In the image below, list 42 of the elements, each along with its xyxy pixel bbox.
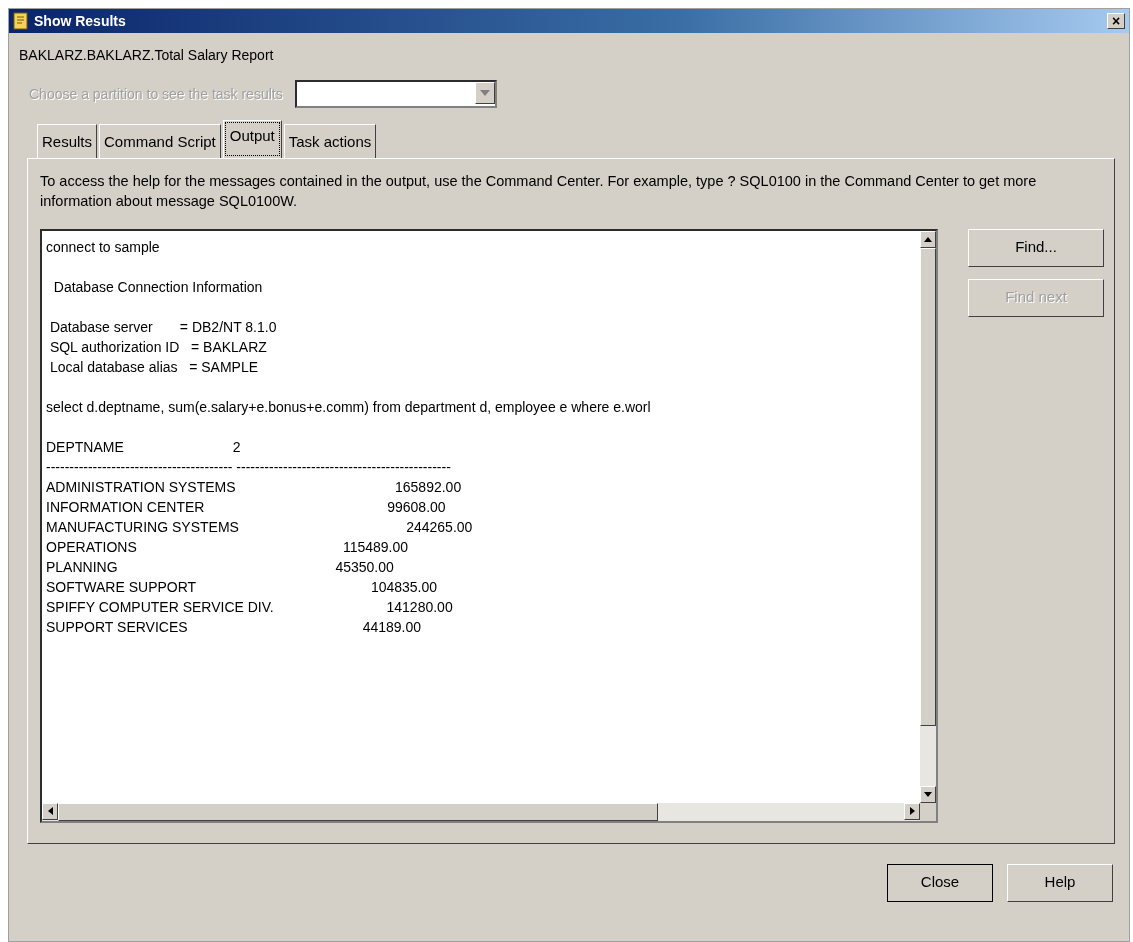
output-line: ADMINISTRATION SYSTEMS 165892.00 xyxy=(46,477,462,497)
help-text: To access the help for the messages contained in the output, use the Command Center. For example, type ? SQL0100 in the Command Center to get more information about message SQL0100W. xyxy=(40,171,1038,211)
output-line: DEPTNAME 2 xyxy=(46,437,241,457)
scroll-down-button[interactable] xyxy=(920,785,936,803)
output-line: INFORMATION CENTER 99608.00 xyxy=(46,497,446,517)
tab[interactable]: Output xyxy=(222,120,282,158)
window-title: Show Results xyxy=(34,11,126,31)
scroll-thumb[interactable] xyxy=(920,247,936,726)
left-arrow-icon xyxy=(47,807,53,815)
dropdown-arrow-icon xyxy=(479,90,490,96)
output-line: SUPPORT SERVICES 44189.00 xyxy=(46,617,422,637)
up-arrow-icon xyxy=(924,236,932,242)
partition-dropdown[interactable] xyxy=(294,80,497,108)
output-line: select d.deptname, sum(e.salary+e.bonus+e.comm) from department d, employee e where e.worl xyxy=(46,397,651,417)
close-button[interactable]: × xyxy=(1107,13,1125,29)
output-line: SQL authorization ID = BAKLARZ xyxy=(48,337,267,357)
tab[interactable]: Task actions xyxy=(283,124,377,158)
document-icon xyxy=(13,12,29,30)
horizontal-scrollbar[interactable] xyxy=(42,802,920,821)
down-arrow-icon xyxy=(924,791,932,797)
output-line: OPERATIONS 115489.00 xyxy=(46,537,409,557)
scroll-right-button[interactable] xyxy=(904,802,920,820)
scroll-left-button[interactable] xyxy=(42,802,58,820)
right-arrow-icon xyxy=(909,807,915,815)
output-line: ---------------------------------------- ---------------------------------------------- xyxy=(46,457,451,477)
output-line: SOFTWARE SUPPORT 104835.00 xyxy=(46,577,438,597)
output-line: SPIFFY COMPUTER SERVICE DIV. 141280.00 xyxy=(46,597,453,617)
dialog-button[interactable]: Close xyxy=(887,863,993,902)
tab[interactable]: Command Script xyxy=(99,124,221,158)
output-line: PLANNING 45350.00 xyxy=(46,557,394,577)
output-line: Database server = DB2/NT 8.1.0 xyxy=(48,317,277,337)
output-line: connect to sample xyxy=(46,237,160,257)
find-button[interactable]: Find... xyxy=(968,228,1104,267)
vertical-scrollbar[interactable] xyxy=(920,230,936,803)
output-line: Local database alias = SAMPLE xyxy=(48,357,259,377)
scroll-up-button[interactable] xyxy=(920,230,936,248)
report-name: BAKLARZ.BAKLARZ.Total Salary Report xyxy=(18,46,275,65)
dialog-button[interactable]: Help xyxy=(1007,863,1113,902)
output-line: MANUFACTURING SYSTEMS 244265.00 xyxy=(46,517,473,537)
tab[interactable]: Results xyxy=(37,124,98,158)
output-line: Database Connection Information xyxy=(52,277,263,297)
scroll-thumb[interactable] xyxy=(58,802,658,821)
